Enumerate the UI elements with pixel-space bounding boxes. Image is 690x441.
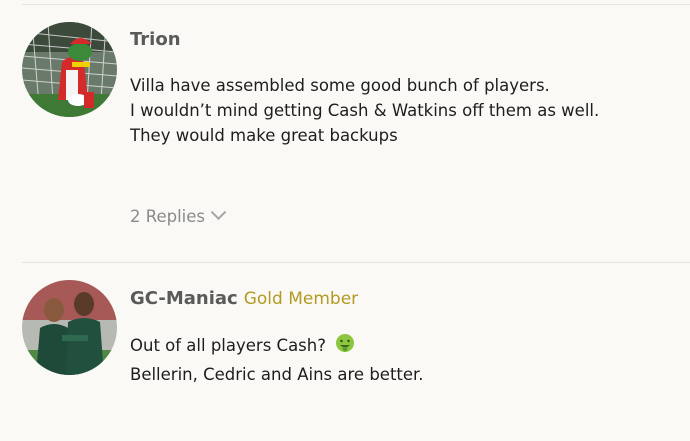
- mascot-avatar-icon[interactable]: [22, 22, 117, 117]
- username[interactable]: GC-Maniac Gold Member: [130, 288, 358, 309]
- two-men-avatar-icon[interactable]: [22, 280, 117, 375]
- post-line: Villa have assembled some good bunch of …: [130, 76, 550, 95]
- post-line: I wouldn’t mind getting Cash & Watkins o…: [130, 101, 600, 120]
- post-line: Out of all players Cash?: [130, 333, 424, 362]
- post-trion: Trion Villa have assembled some good bun…: [0, 0, 690, 262]
- post-line: Bellerin, Cedric and Ains are better.: [130, 365, 424, 384]
- post-line: They would make great backups: [130, 126, 398, 145]
- member-flair-badge[interactable]: Gold Member: [244, 289, 358, 309]
- post-body: Out of all players Cash? Bellerin, Cedri…: [130, 333, 424, 387]
- nauseated-face-emoji-icon: [335, 333, 355, 362]
- chevron-down-icon: [210, 204, 227, 221]
- post-body: Villa have assembled some good bunch of …: [130, 73, 599, 148]
- username[interactable]: Trion: [130, 29, 181, 50]
- replies-toggle-button[interactable]: 2 Replies: [130, 204, 227, 226]
- replies-label: 2 Replies: [130, 207, 206, 226]
- post-gc-maniac: GC-Maniac Gold Member Out of all players …: [0, 262, 690, 441]
- username-text: GC-Maniac: [130, 288, 238, 309]
- post-line-text: Out of all players Cash?: [130, 336, 326, 355]
